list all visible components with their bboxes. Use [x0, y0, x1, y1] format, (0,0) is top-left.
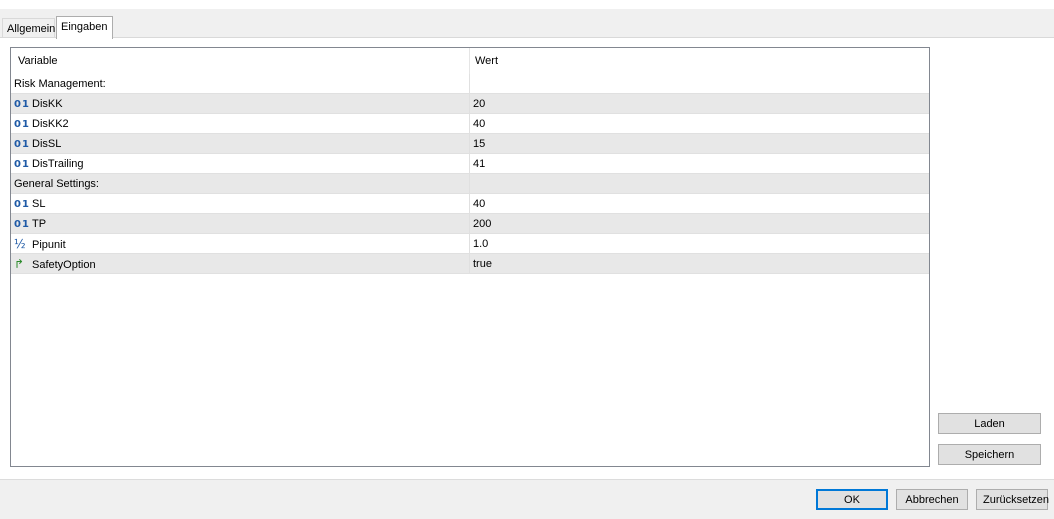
column-header-value[interactable]: Wert: [475, 48, 498, 74]
parameter-name-cell: 01 SL: [14, 194, 469, 214]
tab-strip: [0, 9, 1054, 38]
section-value-cell: [473, 74, 923, 94]
int-type-icon: 01: [14, 99, 30, 110]
parameter-row[interactable]: 01 SL 40: [11, 194, 929, 214]
row-column-divider: [469, 74, 470, 94]
section-title: General Settings:: [14, 178, 99, 190]
row-column-divider: [469, 174, 470, 194]
int-type-icon: 01: [14, 139, 30, 150]
int-type-icon: 01: [14, 219, 30, 230]
parameter-value-cell[interactable]: 200: [473, 214, 923, 234]
int-type-icon: 01: [14, 159, 30, 170]
tab-inputs[interactable]: Eingaben: [56, 16, 113, 39]
parameter-row[interactable]: 01 DisSL 15: [11, 134, 929, 154]
int-type-icon: 01: [14, 119, 30, 130]
row-column-divider: [469, 214, 470, 234]
double-type-icon: ½: [14, 237, 26, 251]
column-divider[interactable]: [469, 48, 470, 74]
int-type-icon: 01: [14, 199, 30, 210]
parameter-name: DisKK2: [32, 118, 69, 130]
parameter-row[interactable]: ½ Pipunit 1.0: [11, 234, 929, 254]
row-column-divider: [469, 134, 470, 154]
column-header-variable[interactable]: Variable: [18, 48, 58, 74]
parameter-name-cell: 01 DisKK: [14, 94, 469, 114]
parameter-row[interactable]: 01 TP 200: [11, 214, 929, 234]
bool-type-icon: ↱: [14, 257, 25, 271]
parameter-name-cell: ½ Pipunit: [14, 234, 469, 254]
parameter-name: TP: [32, 218, 47, 230]
grid-rows: Risk Management: 01 DisKK 20 01 DisKK2 40 01 Dis…: [11, 74, 929, 274]
section-row[interactable]: General Settings:: [11, 174, 929, 194]
save-button[interactable]: Speichern: [938, 444, 1041, 465]
parameter-value-cell[interactable]: 15: [473, 134, 923, 154]
section-label: Risk Management:: [14, 74, 469, 94]
row-column-divider: [469, 114, 470, 134]
parameter-value-cell[interactable]: 41: [473, 154, 923, 174]
tab-general[interactable]: Allgemein: [2, 18, 55, 38]
parameter-value-cell[interactable]: 1.0: [473, 234, 923, 254]
parameter-value-cell[interactable]: 40: [473, 194, 923, 214]
row-column-divider: [469, 194, 470, 214]
parameter-name: Pipunit: [32, 239, 66, 251]
parameter-row[interactable]: 01 DisKK 20: [11, 94, 929, 114]
parameter-name: DisSL: [32, 138, 62, 150]
parameter-name-cell: ↱ SafetyOption: [14, 254, 469, 274]
parameter-name: SL: [32, 198, 46, 210]
inputs-grid: Variable Wert Risk Management: 01 DisKK 20 0…: [10, 47, 930, 467]
parameter-name-cell: 01 DisTrailing: [14, 154, 469, 174]
parameter-row[interactable]: 01 DisTrailing 41: [11, 154, 929, 174]
parameter-name: DisKK: [32, 98, 63, 110]
row-column-divider: [469, 94, 470, 114]
grid-header: Variable Wert: [11, 48, 929, 74]
section-row[interactable]: Risk Management:: [11, 74, 929, 94]
section-value-cell: [473, 174, 923, 194]
reset-button[interactable]: Zurücksetzen: [976, 489, 1049, 510]
parameter-value-cell[interactable]: 40: [473, 114, 923, 134]
parameter-name-cell: 01 TP: [14, 214, 469, 234]
load-button[interactable]: Laden: [938, 413, 1041, 434]
parameter-name: DisTrailing: [32, 158, 84, 170]
row-column-divider: [469, 154, 470, 174]
parameter-row[interactable]: 01 DisKK2 40: [11, 114, 929, 134]
ok-button[interactable]: OK: [816, 489, 888, 510]
window-titlebar: [0, 0, 1054, 9]
section-title: Risk Management:: [14, 78, 106, 90]
cancel-button[interactable]: Abbrechen: [896, 489, 968, 510]
parameter-row[interactable]: ↱ SafetyOption true: [11, 254, 929, 274]
parameter-name-cell: 01 DisSL: [14, 134, 469, 154]
section-label: General Settings:: [14, 174, 469, 194]
parameter-value-cell[interactable]: true: [473, 254, 923, 274]
parameter-name: SafetyOption: [32, 259, 96, 271]
parameter-name-cell: 01 DisKK2: [14, 114, 469, 134]
row-column-divider: [469, 254, 470, 274]
parameter-value-cell[interactable]: 20: [473, 94, 923, 114]
row-column-divider: [469, 234, 470, 254]
